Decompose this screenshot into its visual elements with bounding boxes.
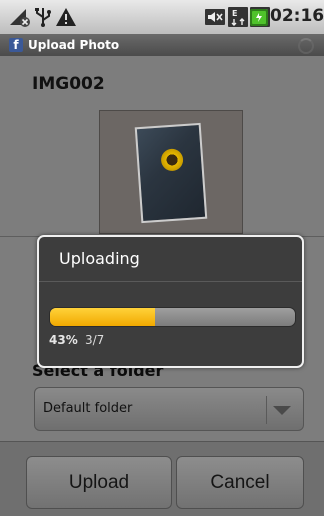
facebook-logo-icon: f	[9, 38, 23, 52]
upload-button[interactable]: Upload	[26, 456, 172, 509]
dialog-title: Uploading	[59, 249, 140, 268]
svg-text:E: E	[232, 9, 237, 18]
app-title-bar: f Upload Photo	[0, 34, 324, 56]
status-time: 02:16	[270, 6, 324, 26]
chevron-down-icon	[273, 406, 291, 415]
dialog-divider	[39, 281, 302, 282]
data-transfer-icon: E	[228, 7, 248, 27]
folder-selected-value: Default folder	[43, 401, 133, 416]
progress-bar-fill	[50, 308, 156, 326]
photo-thumbnail	[99, 110, 243, 234]
action-bar: Upload Cancel	[0, 441, 324, 516]
progress-count: 3/7	[85, 333, 105, 347]
mute-icon	[204, 7, 226, 27]
warning-icon	[55, 7, 77, 27]
cancel-button[interactable]: Cancel	[176, 456, 304, 509]
progress-percent: 43%	[49, 333, 78, 347]
dropdown-separator	[266, 396, 267, 424]
sunflower-image	[160, 148, 184, 172]
loading-spinner-icon	[298, 38, 314, 54]
photo-preview-image	[134, 122, 208, 224]
usb-icon	[33, 7, 53, 27]
upload-progress-dialog: Uploading 43% 3/7	[37, 235, 304, 368]
progress-bar	[49, 307, 296, 327]
mobile-no-signal-icon	[8, 7, 32, 27]
app-title: Upload Photo	[28, 38, 120, 52]
photo-filename: IMG002	[32, 74, 105, 94]
battery-charging-icon	[250, 7, 268, 27]
folder-dropdown[interactable]: Default folder	[34, 387, 304, 431]
